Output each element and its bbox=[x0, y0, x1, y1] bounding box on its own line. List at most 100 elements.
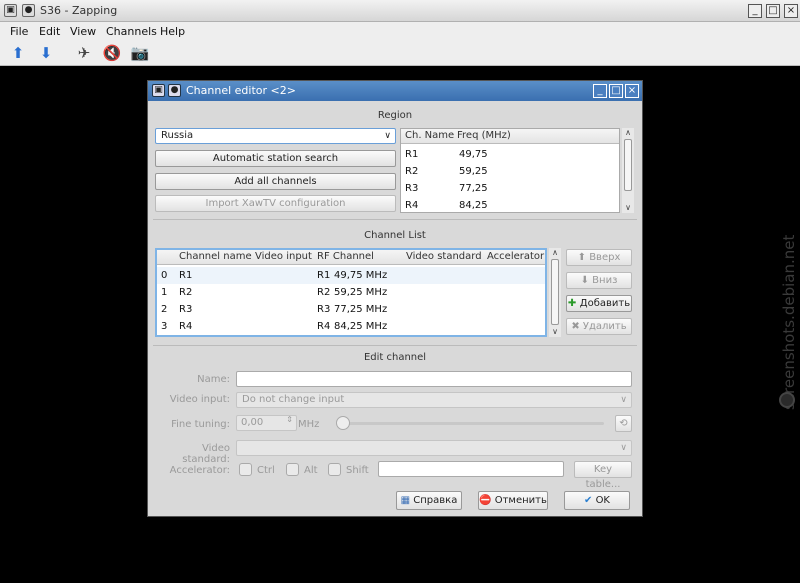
arrow-up-icon: ⬆ bbox=[577, 252, 590, 263]
add-channel-button[interactable]: ✚ Добавить bbox=[566, 295, 632, 312]
ctrl-checkbox[interactable] bbox=[239, 463, 252, 476]
dialog-sticky-icon[interactable]: ● bbox=[168, 84, 181, 97]
table-row[interactable]: R2 59,25 bbox=[401, 163, 619, 180]
ok-button-label: OK bbox=[595, 495, 610, 506]
close-button[interactable]: × bbox=[784, 4, 798, 18]
ok-button[interactable]: ✔ OK bbox=[564, 491, 630, 510]
frequency-table[interactable]: Ch. Name Freq (MHz) R1 49,75 R2 59,25 R3… bbox=[400, 128, 620, 213]
app-titlebar: ▣ ● S36 - Zapping _ □ × bbox=[0, 0, 800, 22]
fine-tuning-spin[interactable]: 0,00 ⇕ bbox=[236, 415, 297, 431]
table-row[interactable]: R4 84,25 bbox=[401, 197, 619, 214]
scroll-down-icon[interactable]: ∨ bbox=[622, 203, 634, 213]
col-accelerator[interactable]: Accelerator bbox=[487, 250, 544, 264]
col-channel-name[interactable]: Channel name bbox=[179, 250, 252, 264]
minimize-button[interactable]: _ bbox=[748, 4, 762, 18]
row-rf-channel: R4 bbox=[317, 321, 331, 332]
fine-tuning-unit: MHz bbox=[298, 419, 320, 430]
cancel-icon: ⛔ bbox=[479, 495, 495, 506]
key-table-button[interactable]: Key table... bbox=[574, 461, 632, 490]
add-all-channels-button[interactable]: Add all channels bbox=[155, 173, 396, 190]
cancel-button[interactable]: ⛔ Отменить bbox=[478, 491, 548, 510]
chevron-down-icon: ∨ bbox=[384, 131, 391, 141]
divider bbox=[153, 219, 637, 220]
table-row[interactable]: R1 49,75 bbox=[401, 146, 619, 163]
table-row[interactable]: 2 R3 R3 77,25 MHz bbox=[157, 301, 545, 318]
video-input-label: Video input: bbox=[169, 394, 230, 405]
channel-list-title: Channel List bbox=[364, 230, 426, 241]
region-combo[interactable]: Russia ∨ bbox=[155, 128, 396, 144]
move-down-button[interactable]: ⬇ Вниз bbox=[566, 272, 632, 289]
chevron-down-icon: ∨ bbox=[620, 443, 627, 453]
toolbar: ⬆ ⬇ ✈ 🔇 📷 bbox=[0, 40, 800, 66]
row-name: R3 bbox=[405, 183, 419, 194]
row-name: R1 bbox=[405, 149, 419, 160]
maximize-button[interactable]: □ bbox=[766, 4, 780, 18]
table-row[interactable]: 1 R2 R2 59,25 MHz bbox=[157, 284, 545, 301]
remove-channel-button[interactable]: ✖ Удалить bbox=[566, 318, 632, 335]
automatic-station-search-button[interactable]: Automatic station search bbox=[155, 150, 396, 167]
shift-checkbox[interactable] bbox=[328, 463, 341, 476]
table-row[interactable]: 0 R1 R1 49,75 MHz bbox=[157, 267, 545, 284]
fine-tuning-label: Fine tuning: bbox=[171, 419, 230, 430]
menu-file[interactable]: File bbox=[10, 25, 28, 38]
row-freq: 59,25 bbox=[459, 166, 488, 177]
scroll-up-icon[interactable]: ∧ bbox=[549, 248, 561, 258]
video-input-combo[interactable]: Do not change input ∨ bbox=[236, 392, 632, 408]
col-rf-channel[interactable]: RF Channel bbox=[317, 250, 374, 264]
menubar: File Edit View Channels Help bbox=[0, 22, 800, 40]
scroll-down-icon[interactable]: ∨ bbox=[549, 327, 561, 337]
region-title: Region bbox=[377, 110, 413, 121]
col-video-input[interactable]: Video input bbox=[255, 250, 312, 264]
frequency-table-scrollbar[interactable]: ∧ ∨ bbox=[622, 128, 634, 213]
scroll-thumb[interactable] bbox=[624, 139, 632, 191]
menu-view[interactable]: View bbox=[70, 25, 96, 38]
col-freq[interactable]: Freq (MHz) bbox=[457, 129, 511, 143]
channel-up-icon[interactable]: ⬆ bbox=[8, 43, 28, 63]
dialog-menu-icon[interactable]: ▣ bbox=[152, 84, 165, 97]
dialog-minimize-button[interactable]: _ bbox=[593, 84, 607, 98]
menu-help[interactable]: Help bbox=[160, 25, 185, 38]
import-xawtv-button[interactable]: Import XawTV configuration bbox=[155, 195, 396, 212]
fine-tuning-reset-button[interactable]: ⟲ bbox=[615, 415, 632, 432]
channel-list-table[interactable]: Channel name Video input RF Channel Vide… bbox=[155, 248, 547, 337]
sticky-icon[interactable]: ● bbox=[22, 4, 35, 17]
move-up-button[interactable]: ⬆ Вверх bbox=[566, 249, 632, 266]
fine-tuning-slider-track[interactable] bbox=[338, 422, 604, 425]
table-row[interactable]: R3 77,25 bbox=[401, 180, 619, 197]
channel-list-scrollbar[interactable]: ∧ ∨ bbox=[549, 248, 561, 337]
scroll-up-icon[interactable]: ∧ bbox=[622, 128, 634, 138]
menu-edit[interactable]: Edit bbox=[39, 25, 60, 38]
col-video-standard[interactable]: Video standard bbox=[406, 250, 482, 264]
accelerator-key-input[interactable] bbox=[378, 461, 564, 477]
dialog-close-button[interactable]: × bbox=[625, 84, 639, 98]
spin-arrows-icon[interactable]: ⇕ bbox=[286, 415, 293, 424]
fine-tuning-value: 0,00 bbox=[241, 417, 264, 428]
channel-down-icon[interactable]: ⬇ bbox=[36, 43, 56, 63]
help-button[interactable]: ▦ Справка bbox=[396, 491, 462, 510]
dialog-titlebar: ▣ ● Channel editor <2> _ □ × bbox=[148, 81, 642, 101]
window-menu-icon[interactable]: ▣ bbox=[4, 4, 17, 17]
video-standard-combo[interactable]: ∨ bbox=[236, 440, 632, 456]
scroll-thumb[interactable] bbox=[551, 259, 559, 325]
menu-channels[interactable]: Channels bbox=[106, 25, 157, 38]
channel-list-header: Channel name Video input RF Channel Vide… bbox=[157, 250, 545, 265]
remote-icon[interactable]: ✈ bbox=[74, 43, 94, 63]
name-input[interactable] bbox=[236, 371, 632, 387]
chevron-down-icon: ∨ bbox=[620, 395, 627, 405]
row-frequency: 59,25 MHz bbox=[334, 287, 388, 298]
dialog-maximize-button[interactable]: □ bbox=[609, 84, 623, 98]
refresh-icon: ⟲ bbox=[619, 418, 628, 429]
fine-tuning-slider-handle[interactable] bbox=[336, 416, 350, 430]
video-input-value: Do not change input bbox=[242, 394, 345, 405]
plus-icon: ✚ bbox=[567, 298, 580, 309]
ctrl-label: Ctrl bbox=[257, 465, 275, 476]
alt-checkbox[interactable] bbox=[286, 463, 299, 476]
watermark-logo-icon bbox=[779, 392, 795, 408]
table-row[interactable]: 3 R4 R4 84,25 MHz bbox=[157, 318, 545, 335]
screenshot-icon[interactable]: 📷 bbox=[130, 43, 150, 63]
col-ch-name[interactable]: Ch. Name bbox=[405, 129, 454, 143]
row-freq: 49,75 bbox=[459, 149, 488, 160]
mute-icon[interactable]: 🔇 bbox=[102, 43, 122, 63]
add-channel-label: Добавить bbox=[579, 298, 631, 309]
alt-label: Alt bbox=[304, 465, 318, 476]
